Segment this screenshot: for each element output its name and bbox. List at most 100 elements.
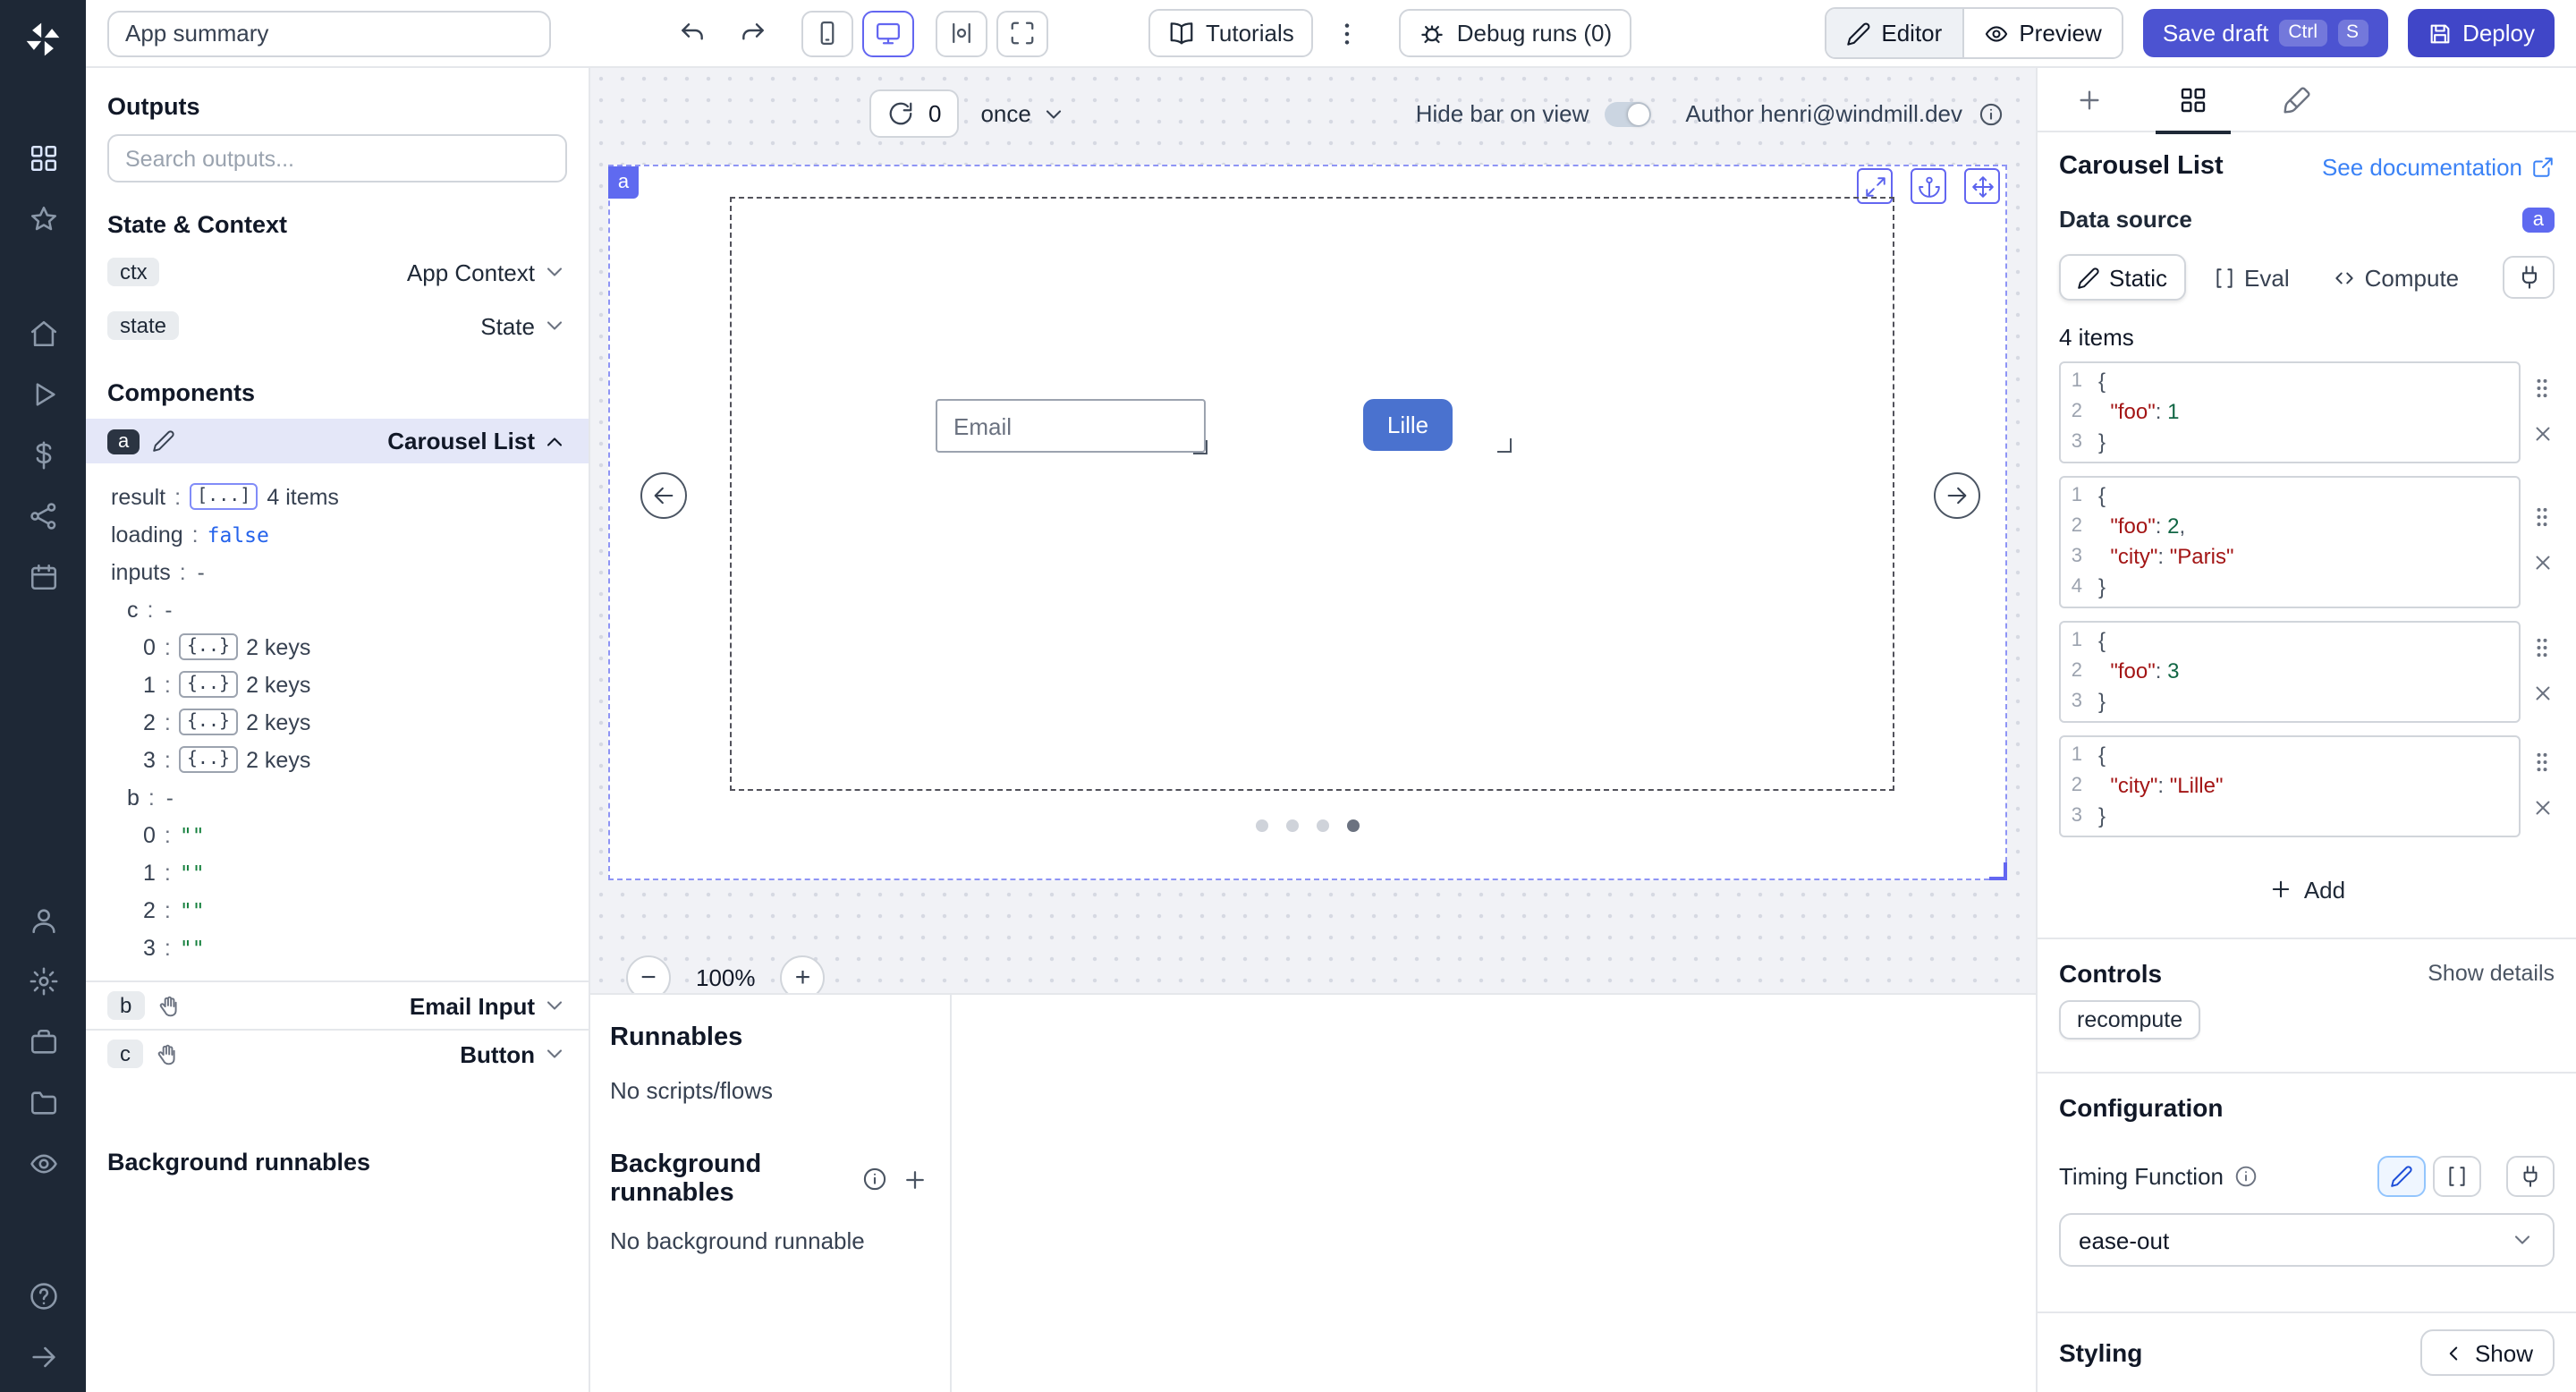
fit-view-button[interactable] [996, 10, 1048, 56]
resources-icon[interactable] [0, 490, 86, 540]
save-draft-button[interactable]: Save draftCtrlS [2143, 9, 2387, 57]
email-input-component[interactable] [936, 399, 1206, 453]
preview-tab-button[interactable]: Preview [1962, 9, 2122, 57]
timing-connect-button[interactable] [2506, 1156, 2555, 1197]
output-tree-row[interactable]: loading:false [111, 515, 567, 553]
editor-tab-button[interactable]: Editor [1826, 9, 1962, 57]
apps-icon[interactable] [0, 132, 86, 182]
carousel-prev-button[interactable] [640, 472, 687, 519]
hide-bar-toggle[interactable] [1605, 101, 1651, 126]
timing-function-select[interactable]: ease-out [2059, 1213, 2555, 1267]
recompute-chip[interactable]: recompute [2059, 1000, 2200, 1040]
variables-icon[interactable] [0, 429, 86, 480]
timing-eval-button[interactable] [2433, 1156, 2481, 1197]
undo-button[interactable] [669, 10, 716, 56]
search-outputs-input[interactable] [107, 134, 567, 182]
carousel-dot[interactable] [1347, 819, 1360, 832]
json-editor[interactable]: 1{2 "foo": 13} [2059, 361, 2521, 463]
show-styling-button[interactable]: Show [2421, 1329, 2555, 1376]
app-summary-input[interactable] [107, 10, 551, 56]
component-resize-handle[interactable] [1989, 862, 2007, 880]
component-row-carousel-list[interactable]: a Carousel List [86, 419, 589, 463]
redo-button[interactable] [730, 10, 776, 56]
more-menu-button[interactable] [1325, 10, 1371, 56]
refresh-button[interactable]: 0 [869, 89, 959, 138]
drag-handle-icon[interactable] [2529, 375, 2555, 405]
folders-icon[interactable] [0, 1077, 86, 1127]
remove-item-icon[interactable] [2530, 551, 2554, 580]
output-tree-row[interactable]: 0:{..}2 keys [111, 628, 567, 666]
anchor-component-button[interactable] [1911, 168, 1946, 204]
output-tree-row[interactable]: 3:{..}2 keys [111, 741, 567, 778]
remove-item-icon[interactable] [2530, 421, 2554, 450]
compute-mode-button[interactable]: Compute [2317, 254, 2476, 301]
output-tree-row[interactable]: c:- [111, 590, 567, 628]
show-details-link[interactable]: Show details [2428, 961, 2555, 986]
frequency-select[interactable]: once [980, 100, 1066, 127]
output-tree-row[interactable]: 1:"" [111, 853, 567, 891]
zoom-out-button[interactable]: − [626, 955, 671, 993]
ctx-row[interactable]: ctx App Context [86, 250, 589, 293]
output-tree-row[interactable]: 0:"" [111, 816, 567, 853]
carousel-component[interactable]: a Lille [608, 165, 2007, 880]
json-editor[interactable]: 1{2 "foo": 2,3 "city": "Paris"4} [2059, 476, 2521, 608]
tutorials-button[interactable]: Tutorials [1148, 9, 1314, 57]
component-row-email-input[interactable]: b Email Input [86, 980, 589, 1029]
component-row-button[interactable]: c Button [86, 1029, 589, 1077]
drag-handle-icon[interactable] [2529, 749, 2555, 779]
deploy-button[interactable]: Deploy [2407, 9, 2555, 57]
connect-input-button[interactable] [2503, 256, 2555, 299]
json-editor[interactable]: 1{2 "city": "Lille"3} [2059, 735, 2521, 837]
debug-runs-button[interactable]: Debug runs (0) [1400, 9, 1631, 57]
carousel-dot[interactable] [1256, 819, 1268, 832]
json-editor[interactable]: 1{2 "foo": 33} [2059, 621, 2521, 723]
button-resize-handle[interactable] [1497, 438, 1512, 453]
styling-tab[interactable] [2245, 68, 2349, 132]
output-tree-row[interactable]: 2:"" [111, 891, 567, 929]
remove-item-icon[interactable] [2530, 681, 2554, 709]
carousel-item-container[interactable] [730, 197, 1894, 791]
schedules-icon[interactable] [0, 551, 86, 601]
eval-mode-button[interactable]: Eval [2196, 254, 2306, 301]
output-tree-row[interactable]: 2:{..}2 keys [111, 703, 567, 741]
output-tree-row[interactable]: 1:{..}2 keys [111, 666, 567, 703]
carousel-dot[interactable] [1317, 819, 1329, 832]
info-icon[interactable] [1979, 101, 2004, 126]
audit-logs-icon[interactable] [0, 1138, 86, 1188]
timing-static-button[interactable] [2377, 1156, 2426, 1197]
move-component-button[interactable] [1964, 168, 2000, 204]
insert-component-tab[interactable] [2038, 68, 2141, 132]
carousel-dot[interactable] [1286, 819, 1299, 832]
edit-id-icon[interactable] [152, 429, 175, 453]
desktop-view-button[interactable] [862, 10, 914, 56]
users-icon[interactable] [0, 895, 86, 945]
output-tree-row[interactable]: 3:"" [111, 929, 567, 966]
email-resize-handle[interactable] [1193, 440, 1208, 454]
help-icon[interactable] [0, 1270, 86, 1320]
drag-handle-icon[interactable] [2529, 505, 2555, 535]
output-tree-row[interactable]: inputs:- [111, 553, 567, 590]
add-item-button[interactable]: Add [2038, 866, 2576, 912]
center-content-button[interactable] [936, 10, 987, 56]
remove-item-icon[interactable] [2530, 795, 2554, 824]
output-tree-row[interactable]: result:[...]4 items [111, 478, 567, 515]
home-icon[interactable] [0, 308, 86, 358]
see-documentation-link[interactable]: See documentation [2322, 153, 2555, 180]
drag-handle-icon[interactable] [2529, 634, 2555, 665]
output-tree-row[interactable]: b:- [111, 778, 567, 816]
state-row[interactable]: state State [86, 304, 589, 347]
mobile-view-button[interactable] [801, 10, 853, 56]
add-background-runnable-button[interactable] [898, 1159, 932, 1199]
zoom-in-button[interactable]: + [781, 955, 826, 993]
settings-icon[interactable] [0, 955, 86, 1006]
workers-icon[interactable] [0, 1016, 86, 1066]
favorites-icon[interactable] [0, 193, 86, 243]
static-mode-button[interactable]: Static [2059, 254, 2185, 301]
app-canvas[interactable]: 0 once Hide bar on view Author henri@win… [590, 68, 2036, 993]
expand-sidebar-icon[interactable] [0, 1331, 86, 1381]
carousel-next-button[interactable] [1934, 472, 1980, 519]
lille-button-component[interactable]: Lille [1363, 399, 1453, 451]
component-settings-tab[interactable] [2141, 68, 2245, 132]
runs-icon[interactable] [0, 369, 86, 419]
windmill-logo-icon[interactable] [0, 7, 86, 72]
